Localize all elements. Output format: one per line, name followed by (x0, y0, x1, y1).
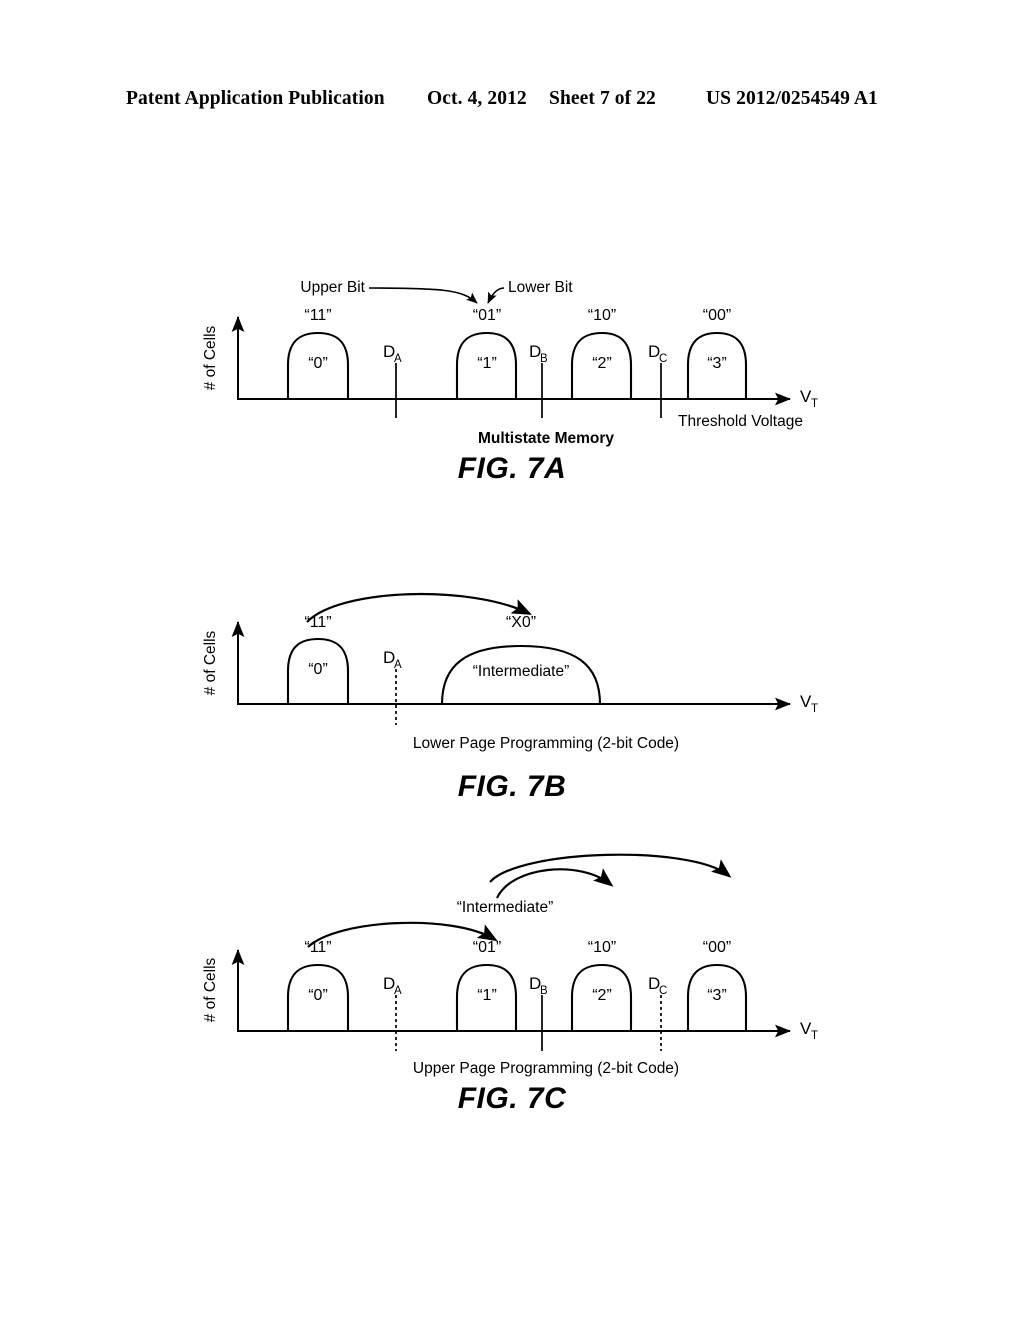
state-level-intermediate-7b: “Intermediate” (473, 663, 569, 680)
demarcation-sub-a-7b: A (394, 659, 402, 671)
transition-arrow-intermediate-to-10-7c (496, 868, 614, 899)
lower-bit-label-7a: Lower Bit (508, 279, 573, 296)
figure-7a-diagram: # of Cells V T Threshold Voltage “11” “0… (202, 279, 818, 447)
demarcation-sub-c-7a: C (659, 353, 667, 365)
header-sheet: Sheet 7 of 22 (549, 88, 656, 109)
state-level-3-7a: “3” (707, 355, 727, 372)
figure-7b-diagram: # of Cells V T “11” “0” “X0” “Intermedia… (202, 592, 818, 752)
figure-7c-diagram: # of Cells V T “11” “01” “10” “00” “0” “… (202, 853, 818, 1077)
state-code-3-7c: “00” (703, 939, 731, 956)
page-header: Patent Application Publication Oct. 4, 2… (0, 88, 1024, 116)
intermediate-label-7c: “Intermediate” (457, 899, 553, 916)
figure-caption-7b: FIG. 7B (457, 770, 567, 803)
transition-arrow-11-to-01-7c (307, 921, 498, 948)
figure-caption-7c: FIG. 7C (457, 1082, 567, 1115)
state-level-2-7c: “2” (592, 987, 612, 1004)
state-code-1-7a: “01” (473, 307, 501, 324)
state-code-0-7b: “11” (304, 614, 331, 631)
state-code-1-7c: “01” (473, 939, 501, 956)
demarcation-sub-b-7c: B (540, 985, 548, 997)
state-code-intermediate-7b: “X0” (506, 614, 536, 631)
header-date: Oct. 4, 2012 (427, 88, 527, 109)
state-level-1-7a: “1” (477, 355, 497, 372)
state-code-0-7a: “11” (304, 307, 331, 324)
transition-arrow-intermediate-to-00-7c (489, 853, 732, 883)
y-axis-label-7b: # of Cells (202, 630, 219, 695)
state-level-0-7a: “0” (308, 355, 328, 372)
figure-7c: # of Cells V T “11” “01” “10” “00” “0” “… (0, 840, 1024, 1150)
x-axis-sublabel-7c: T (811, 1030, 818, 1042)
demarcation-sub-a-7a: A (394, 353, 402, 365)
state-code-3-7a: “00” (703, 307, 731, 324)
state-code-0-7c: “11” (304, 939, 331, 956)
y-axis-label-7a: # of Cells (202, 325, 219, 390)
state-level-0-7c: “0” (308, 987, 328, 1004)
demarcation-sub-c-7c: C (659, 985, 667, 997)
state-level-1-7c: “1” (477, 987, 497, 1004)
figure-caption-7a: FIG. 7A (457, 452, 567, 485)
figure-7a: # of Cells V T Threshold Voltage “11” “0… (0, 255, 1024, 505)
x-axis-sublabel-7b: T (811, 703, 818, 715)
figure-subtitle-7c: Upper Page Programming (2-bit Code) (413, 1060, 679, 1077)
header-patent-number: US 2012/0254549 A1 (706, 88, 878, 109)
transition-arrow-11-to-x0-7b (306, 592, 532, 623)
demarcation-sub-b-7a: B (540, 353, 548, 365)
state-level-2-7a: “2” (592, 355, 612, 372)
state-level-0-7b: “0” (308, 661, 328, 678)
demarcation-sub-a-7c: A (394, 985, 402, 997)
x-axis-sublabel-7a: T (811, 398, 818, 410)
upper-bit-pointer-7a (368, 287, 478, 304)
header-publication: Patent Application Publication (126, 88, 385, 109)
figure-subtitle-7b: Lower Page Programming (2-bit Code) (413, 735, 679, 752)
upper-bit-label-7a: Upper Bit (300, 279, 365, 296)
y-axis-label-7c: # of Cells (202, 957, 219, 1022)
state-level-3-7c: “3” (707, 987, 727, 1004)
figure-subtitle-7a: Multistate Memory (478, 430, 614, 447)
x-axis-note-7a: Threshold Voltage (678, 413, 803, 430)
lower-bit-pointer-7a (487, 287, 505, 304)
figure-7b: # of Cells V T “11” “0” “X0” “Intermedia… (0, 575, 1024, 825)
state-code-2-7c: “10” (588, 939, 616, 956)
state-code-2-7a: “10” (588, 307, 616, 324)
